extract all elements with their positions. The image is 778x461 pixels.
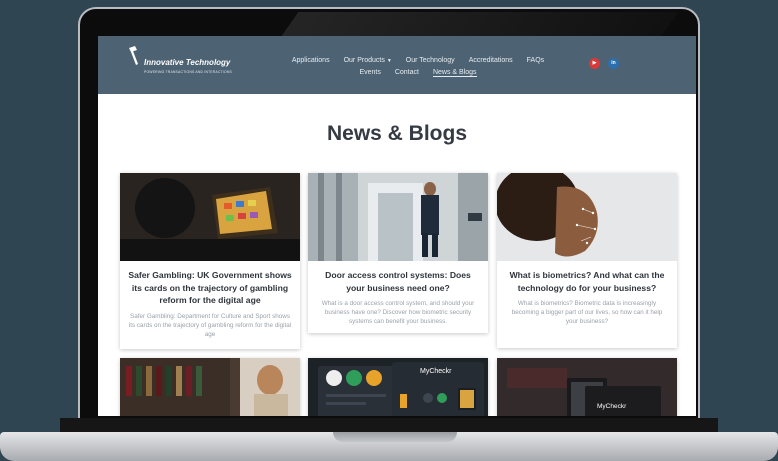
card-title[interactable]: Door access control systems: Does your b… (308, 261, 488, 294)
nav-our-products-label: Our Products (343, 57, 385, 64)
card-image-retail (120, 358, 300, 416)
logo-name: Innovative Technology (144, 58, 231, 67)
blog-card[interactable]: Safer Gambling: UK Government shows its … (120, 173, 300, 349)
nav-row-1: Applications Our Products ▼ Our Technolog… (278, 57, 558, 64)
blog-card-partial[interactable]: MyCheckr (308, 358, 488, 416)
card-image-gambling (120, 173, 300, 261)
card-image-mycheckr: MyCheckr (497, 358, 677, 416)
card-excerpt: Safer Gambling: Department for Culture a… (128, 312, 292, 338)
card-excerpt: What is biometrics? Biometric data is in… (511, 300, 663, 325)
nav-events[interactable]: Events (359, 69, 380, 77)
youtube-icon[interactable]: ▶ (589, 58, 600, 69)
card-excerpt: What is a door access control system, an… (321, 300, 475, 325)
gavel-logo-icon (126, 46, 142, 66)
laptop-notch (333, 432, 457, 442)
blog-card-partial[interactable] (120, 358, 300, 416)
blog-card[interactable]: What is biometrics? And what can the tec… (497, 173, 677, 348)
main-nav: Applications Our Products ▼ Our Technolog… (278, 57, 558, 77)
nav-applications[interactable]: Applications (292, 57, 330, 64)
blog-card-partial[interactable]: MyCheckr (497, 358, 677, 416)
screen-glare (281, 12, 679, 36)
card-title[interactable]: Safer Gambling: UK Government shows its … (120, 261, 300, 307)
nav-our-technology[interactable]: Our Technology (406, 57, 455, 64)
mycheckr-brand: MyCheckr (597, 403, 627, 410)
nav-faqs[interactable]: FAQs (527, 57, 545, 64)
site-header: Innovative Technology POWERING TRANSACTI… (98, 36, 696, 94)
chevron-down-icon: ▼ (386, 58, 392, 64)
page-title: News & Blogs (326, 122, 468, 145)
card-image-door-access (308, 173, 488, 261)
logo-tagline: POWERING TRANSACTIONS AND INTERACTIONS (144, 70, 232, 74)
linkedin-icon[interactable]: in (608, 58, 619, 69)
nav-our-products[interactable]: Our Products ▼ (344, 57, 392, 64)
nav-row-2: Events Contact News & Blogs (278, 69, 558, 77)
mycheckr-brand: MyCheckr (420, 368, 452, 375)
card-image-dashboard: MyCheckr (308, 358, 488, 416)
card-image-biometrics (497, 173, 677, 261)
blog-card[interactable]: Door access control systems: Does your b… (308, 173, 488, 333)
browser-screen: Innovative Technology POWERING TRANSACTI… (98, 36, 696, 416)
nav-contact[interactable]: Contact (395, 69, 419, 77)
card-title[interactable]: What is biometrics? And what can the tec… (497, 261, 677, 294)
nav-news-blogs[interactable]: News & Blogs (432, 69, 477, 77)
nav-accreditations[interactable]: Accreditations (469, 57, 513, 64)
